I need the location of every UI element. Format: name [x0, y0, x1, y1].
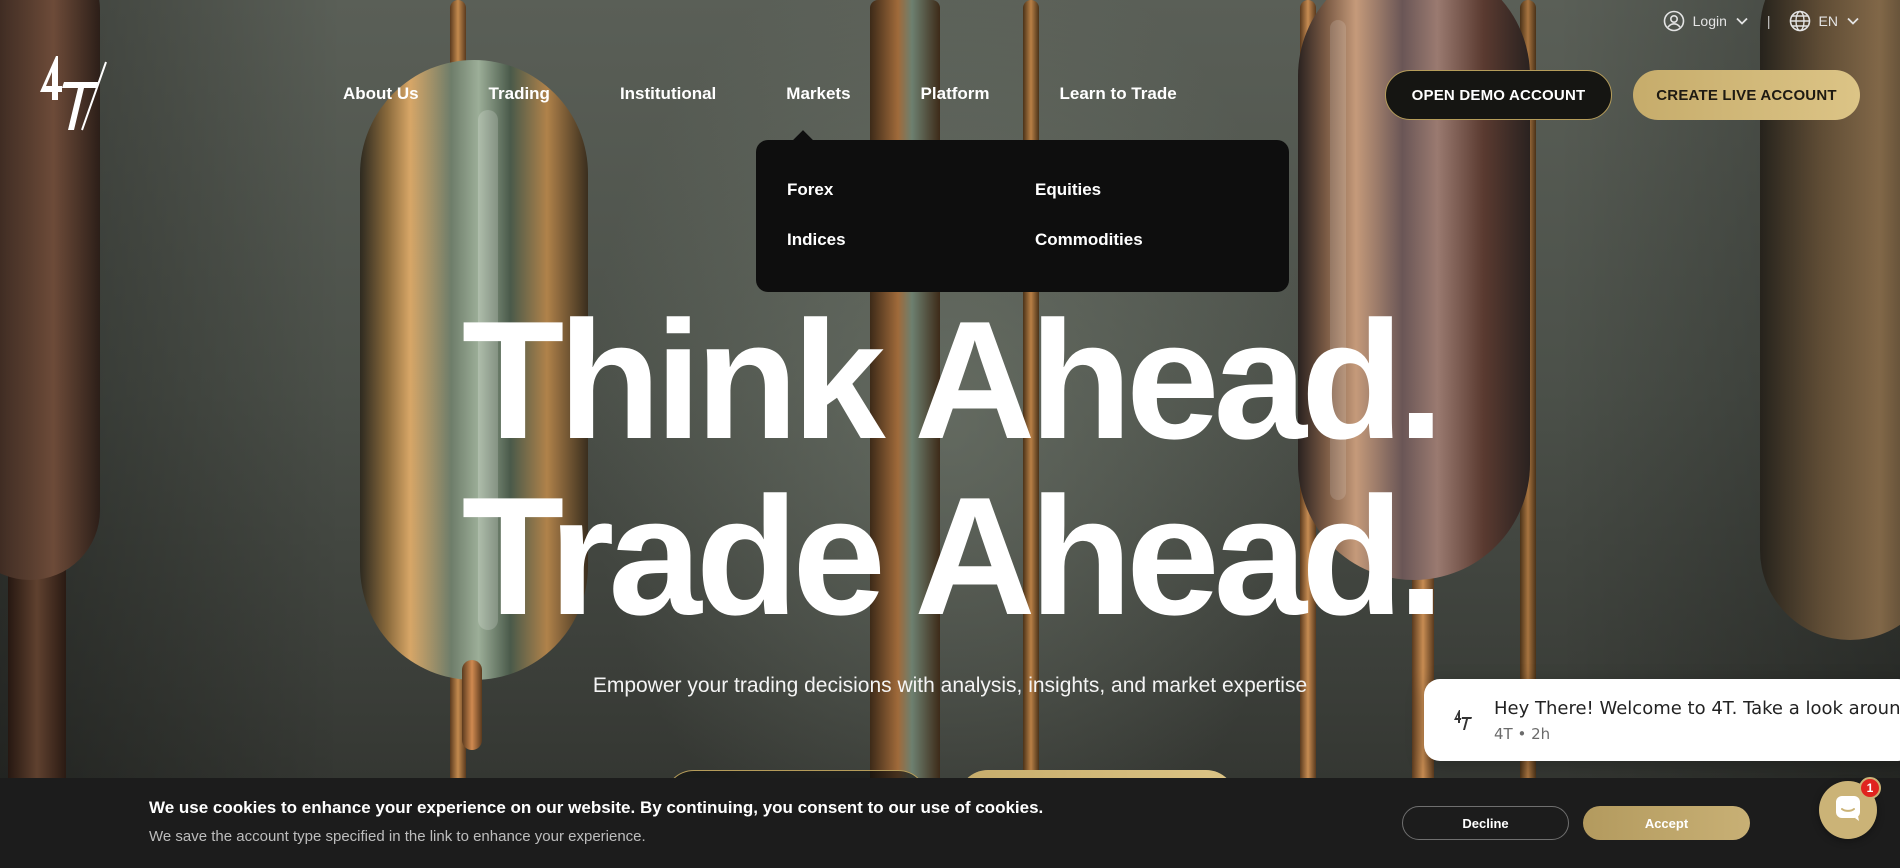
- login-menu[interactable]: Login: [1663, 10, 1749, 32]
- cookie-decline-button[interactable]: Decline: [1402, 806, 1569, 840]
- site-logo[interactable]: [36, 52, 110, 136]
- hero-headline-2: Trade Ahead.: [461, 462, 1445, 650]
- nav-platform[interactable]: Platform: [921, 84, 990, 104]
- chat-meta: 4T • 2h: [1494, 725, 1551, 743]
- user-circle-icon: [1663, 10, 1685, 32]
- menu-item-indices[interactable]: Indices: [787, 230, 846, 250]
- markets-dropdown: Forex Equities Indices Commodities: [756, 130, 1289, 292]
- menu-item-forex[interactable]: Forex: [787, 180, 833, 200]
- chat-preview[interactable]: Hey There! Welcome to 4T. Take a look ar…: [1424, 679, 1900, 761]
- cookie-title: We use cookies to enhance your experienc…: [149, 798, 1044, 817]
- nav-markets[interactable]: Markets: [786, 84, 850, 104]
- cookie-subtitle: We save the account type specified in th…: [149, 828, 646, 845]
- utility-bar: Login | EN: [1663, 10, 1860, 32]
- nav-about-us[interactable]: About Us: [343, 84, 419, 104]
- hero-headline-1: Think Ahead.: [461, 286, 1445, 474]
- chat-message: Hey There! Welcome to 4T. Take a look ar…: [1494, 698, 1900, 719]
- unread-badge: 1: [1859, 777, 1881, 799]
- chevron-down-icon: [1846, 14, 1860, 28]
- language-label: EN: [1818, 13, 1838, 29]
- create-live-account-button[interactable]: CREATE LIVE ACCOUNT: [1633, 70, 1860, 120]
- utility-separator: |: [1766, 13, 1771, 29]
- language-selector[interactable]: EN: [1789, 10, 1860, 32]
- chat-avatar: [1450, 706, 1478, 734]
- main-nav: About Us Trading Institutional Markets P…: [343, 84, 1177, 104]
- nav-learn-to-trade[interactable]: Learn to Trade: [1060, 84, 1177, 104]
- cookie-accept-button[interactable]: Accept: [1583, 806, 1750, 840]
- nav-trading[interactable]: Trading: [489, 84, 550, 104]
- open-demo-account-button[interactable]: OPEN DEMO ACCOUNT: [1385, 70, 1612, 120]
- menu-item-equities[interactable]: Equities: [1035, 180, 1101, 200]
- cookie-banner: We use cookies to enhance your experienc…: [0, 778, 1900, 868]
- login-label: Login: [1692, 13, 1727, 29]
- chat-bubble-icon: [1833, 793, 1863, 828]
- chevron-down-icon: [1735, 14, 1749, 28]
- globe-icon: [1789, 10, 1811, 32]
- nav-institutional[interactable]: Institutional: [620, 84, 716, 104]
- chat-launcher[interactable]: 1: [1819, 777, 1881, 839]
- menu-item-commodities[interactable]: Commodities: [1035, 230, 1143, 250]
